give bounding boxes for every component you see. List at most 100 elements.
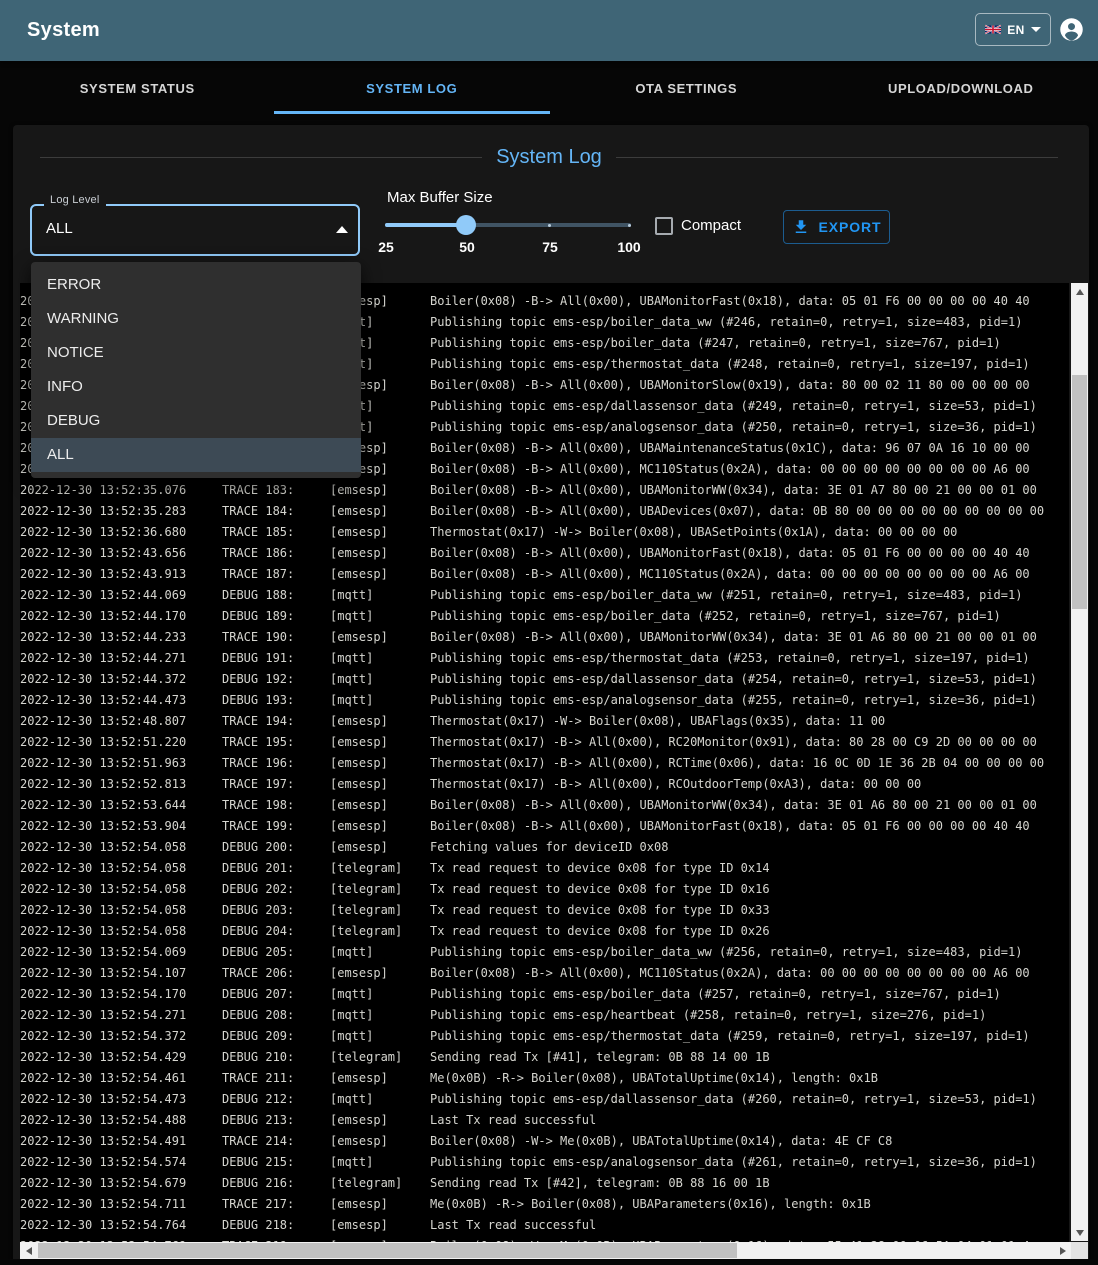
log-message: Tx read request to device 0x08 for type … — [430, 879, 1069, 900]
log-message: Fetching values for deviceID 0x08 — [430, 837, 1069, 858]
log-row: 2022-12-30 13:52:51.220 TRACE 195: [emse… — [20, 732, 1069, 753]
log-timestamp: 2022-12-30 13:52:54.170 — [20, 984, 222, 1005]
arrow-down-icon — [1076, 1230, 1084, 1236]
log-source: [mqtt] — [330, 606, 430, 627]
log-level: DEBUG 203: — [222, 900, 330, 921]
log-level: TRACE 195: — [222, 732, 330, 753]
menu-item-info[interactable]: INFO — [31, 370, 361, 404]
horizontal-scroll-thumb[interactable] — [38, 1243, 737, 1258]
export-button[interactable]: EXPORT — [783, 210, 890, 244]
log-source: [emsesp] — [330, 543, 430, 564]
tab-system-log[interactable]: SYSTEM LOG — [275, 61, 550, 115]
log-level: DEBUG 213: — [222, 1110, 330, 1131]
log-row: 2022-12-30 13:52:43.913 TRACE 187: [emse… — [20, 564, 1069, 585]
log-row: 2022-12-30 13:52:54.058 DEBUG 203: [tele… — [20, 900, 1069, 921]
log-timestamp: 2022-12-30 13:52:44.233 — [20, 627, 222, 648]
log-source: [emsesp] — [330, 480, 430, 501]
log-row: 2022-12-30 13:52:54.574 DEBUG 215: [mqtt… — [20, 1152, 1069, 1173]
tab-ota-settings[interactable]: OTA SETTINGS — [549, 61, 824, 115]
log-message: Last Tx read successful — [430, 1110, 1069, 1131]
log-message: Me(0x0B) -R-> Boiler(0x08), UBAParameter… — [430, 1194, 1069, 1215]
log-source: [emsesp] — [330, 522, 430, 543]
log-timestamp: 2022-12-30 13:52:44.372 — [20, 669, 222, 690]
account-button[interactable] — [1058, 16, 1085, 43]
log-source: [emsesp] — [330, 1110, 430, 1131]
log-timestamp: 2022-12-30 13:52:54.058 — [20, 879, 222, 900]
tab-bar: SYSTEM STATUS SYSTEM LOG OTA SETTINGS UP… — [0, 61, 1098, 115]
tab-system-status[interactable]: SYSTEM STATUS — [0, 61, 275, 115]
log-timestamp: 2022-12-30 13:52:35.076 — [20, 480, 222, 501]
log-timestamp: 2022-12-30 13:52:44.069 — [20, 585, 222, 606]
log-message: Boiler(0x08) -B-> All(0x00), UBAMonitorW… — [430, 627, 1069, 648]
log-timestamp: 2022-12-30 13:52:54.764 — [20, 1215, 222, 1236]
log-row: 2022-12-30 13:52:53.904 TRACE 199: [emse… — [20, 816, 1069, 837]
log-source: [emsesp] — [330, 795, 430, 816]
log-message: Publishing topic ems-esp/analogsensor_da… — [430, 1152, 1069, 1173]
bottom-strip — [0, 1259, 1098, 1265]
buffer-size-label: Max Buffer Size — [387, 189, 493, 206]
log-timestamp: 2022-12-30 13:52:54.711 — [20, 1194, 222, 1215]
arrow-left-icon — [26, 1247, 32, 1255]
menu-item-warning[interactable]: WARNING — [31, 302, 361, 336]
log-timestamp: 2022-12-30 13:52:54.058 — [20, 837, 222, 858]
log-source: [emsesp] — [330, 564, 430, 585]
log-message: Boiler(0x08) -B-> All(0x00), UBAMonitorS… — [430, 375, 1069, 396]
log-message: Thermostat(0x17) -B-> All(0x00), RCTime(… — [430, 753, 1069, 774]
menu-item-notice[interactable]: NOTICE — [31, 336, 361, 370]
language-selector[interactable]: EN — [975, 13, 1051, 46]
log-message: Boiler(0x08) -B-> All(0x00), UBAMonitorF… — [430, 291, 1069, 312]
log-row: 2022-12-30 13:52:54.058 DEBUG 200: [emse… — [20, 837, 1069, 858]
log-source: [telegram] — [330, 879, 430, 900]
log-source: [mqtt] — [330, 984, 430, 1005]
log-level: TRACE 206: — [222, 963, 330, 984]
compact-label[interactable]: Compact — [681, 210, 741, 242]
log-timestamp: 2022-12-30 13:52:43.656 — [20, 543, 222, 564]
menu-item-error[interactable]: ERROR — [31, 268, 361, 302]
log-row: 2022-12-30 13:52:44.473 DEBUG 193: [mqtt… — [20, 690, 1069, 711]
compact-checkbox[interactable] — [655, 217, 673, 235]
menu-item-all[interactable]: ALL — [31, 438, 361, 472]
log-level: TRACE 214: — [222, 1131, 330, 1152]
log-level: DEBUG 207: — [222, 984, 330, 1005]
log-source: [emsesp] — [330, 816, 430, 837]
scroll-left-button[interactable] — [20, 1242, 37, 1259]
log-timestamp: 2022-12-30 13:52:51.963 — [20, 753, 222, 774]
log-timestamp: 2022-12-30 13:52:52.813 — [20, 774, 222, 795]
log-level: DEBUG 202: — [222, 879, 330, 900]
tab-upload-download[interactable]: UPLOAD/DOWNLOAD — [824, 61, 1098, 115]
log-row: 2022-12-30 13:52:53.644 TRACE 198: [emse… — [20, 795, 1069, 816]
log-level: DEBUG 191: — [222, 648, 330, 669]
log-timestamp: 2022-12-30 13:52:54.473 — [20, 1089, 222, 1110]
log-timestamp: 2022-12-30 13:52:54.069 — [20, 942, 222, 963]
log-row: 2022-12-30 13:52:44.233 TRACE 190: [emse… — [20, 627, 1069, 648]
log-level: TRACE 197: — [222, 774, 330, 795]
log-row: 2022-12-30 13:52:54.170 DEBUG 207: [mqtt… — [20, 984, 1069, 1005]
log-source: [emsesp] — [330, 1068, 430, 1089]
log-timestamp: 2022-12-30 13:52:44.271 — [20, 648, 222, 669]
log-level: DEBUG 208: — [222, 1005, 330, 1026]
log-message: Boiler(0x08) -B-> All(0x00), MC110Status… — [430, 564, 1069, 585]
scroll-down-button[interactable] — [1071, 1224, 1088, 1241]
log-message: Thermostat(0x17) -B-> All(0x00), RCOutdo… — [430, 774, 1069, 795]
chevron-up-icon — [336, 226, 348, 233]
export-label: EXPORT — [819, 219, 882, 235]
log-source: [telegram] — [330, 900, 430, 921]
log-row: 2022-12-30 13:52:54.764 DEBUG 218: [emse… — [20, 1215, 1069, 1236]
scroll-right-button[interactable] — [1054, 1242, 1071, 1259]
log-source: [telegram] — [330, 1173, 430, 1194]
log-source: [mqtt] — [330, 1026, 430, 1047]
buffer-slider-thumb[interactable] — [456, 215, 476, 235]
log-level: TRACE 194: — [222, 711, 330, 732]
scroll-up-button[interactable] — [1071, 283, 1088, 300]
menu-item-debug[interactable]: DEBUG — [31, 404, 361, 438]
log-row: 2022-12-30 13:52:54.372 DEBUG 209: [mqtt… — [20, 1026, 1069, 1047]
log-source: [mqtt] — [330, 1152, 430, 1173]
log-row: 2022-12-30 13:52:52.813 TRACE 197: [emse… — [20, 774, 1069, 795]
vertical-scroll-thumb[interactable] — [1072, 375, 1087, 609]
log-timestamp: 2022-12-30 13:52:54.488 — [20, 1110, 222, 1131]
log-message: Sending read Tx [#41], telegram: 0B 88 1… — [430, 1047, 1069, 1068]
log-level: TRACE 199: — [222, 816, 330, 837]
log-level-select[interactable] — [30, 204, 360, 256]
log-message: Boiler(0x08) -B-> All(0x00), UBAMonitorF… — [430, 543, 1069, 564]
log-message: Publishing topic ems-esp/boiler_data_ww … — [430, 585, 1069, 606]
